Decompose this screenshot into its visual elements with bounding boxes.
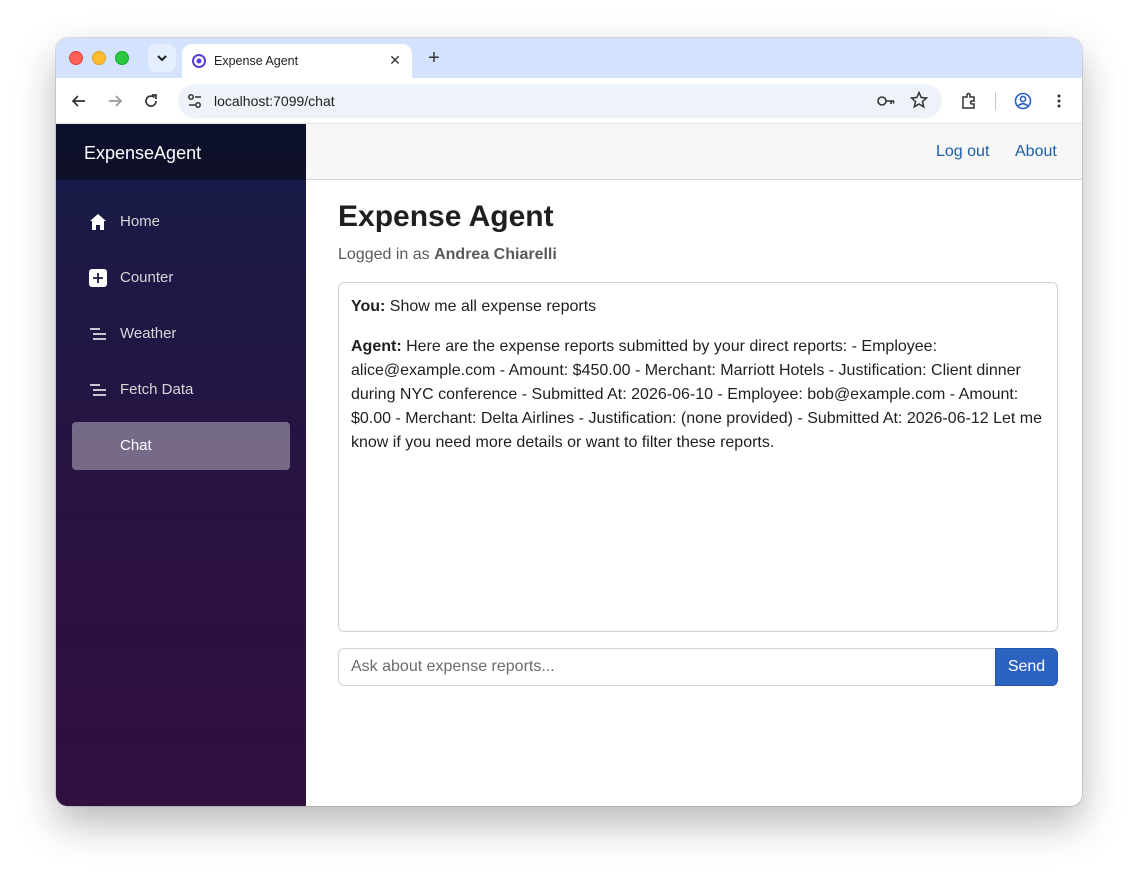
list-icon (90, 328, 106, 340)
more-icon[interactable] (1047, 89, 1071, 113)
tab-search-icon[interactable] (148, 44, 176, 72)
app: ExpenseAgent Home Counter Weather Fetch … (56, 124, 1082, 806)
browser-toolbar: localhost:7099/chat (56, 78, 1082, 124)
logout-link[interactable]: Log out (936, 143, 989, 161)
brand-link[interactable]: ExpenseAgent (84, 143, 201, 164)
top-row: Log out About (306, 124, 1082, 180)
site-settings-icon[interactable] (186, 92, 204, 110)
toolbar-divider (995, 92, 996, 110)
home-icon (90, 214, 106, 230)
back-icon[interactable] (67, 89, 91, 113)
about-link[interactable]: About (1015, 143, 1057, 161)
tab-title: Expense Agent (214, 54, 299, 68)
sidebar-item-label: Chat (120, 437, 152, 454)
forward-icon[interactable] (103, 89, 127, 113)
sidebar-item-label: Weather (120, 325, 177, 342)
sidebar-item-label: Fetch Data (120, 381, 194, 398)
chat-message-user: You: Show me all expense reports (351, 295, 1045, 319)
browser-tab[interactable]: Expense Agent ✕ (182, 44, 412, 78)
sidebar: ExpenseAgent Home Counter Weather Fetch … (56, 124, 306, 806)
url-text: localhost:7099/chat (214, 93, 335, 109)
profile-icon[interactable] (1011, 89, 1035, 113)
message-speaker: Agent: (351, 338, 402, 355)
chat-history: You: Show me all expense reports Agent: … (338, 282, 1058, 632)
blazor-favicon-icon (192, 54, 206, 68)
browser-window: Expense Agent ✕ + localhost:7099/chat Ex… (56, 38, 1082, 806)
reload-icon[interactable] (139, 89, 163, 113)
message-speaker: You: (351, 298, 386, 315)
extensions-icon[interactable] (957, 89, 981, 113)
chat-input[interactable] (338, 648, 996, 686)
key-icon[interactable] (876, 92, 896, 110)
brand-bar: ExpenseAgent (56, 124, 306, 180)
user-name: Andrea Chiarelli (434, 246, 557, 263)
nav-menu: Home Counter Weather Fetch Data Chat (72, 198, 290, 478)
sidebar-item-fetch-data[interactable]: Fetch Data (72, 366, 290, 414)
logged-in-prefix: Logged in as (338, 246, 430, 263)
chat-input-row: Send (338, 648, 1058, 686)
page-title: Expense Agent (338, 200, 554, 233)
logged-in-info: Logged in as Andrea Chiarelli (338, 246, 557, 264)
address-bar[interactable]: localhost:7099/chat (178, 84, 942, 118)
plus-square-icon (89, 269, 107, 287)
list-icon (90, 384, 106, 396)
sidebar-item-home[interactable]: Home (72, 198, 290, 246)
zoom-window-button[interactable] (115, 51, 129, 65)
sidebar-item-label: Home (120, 213, 161, 230)
close-window-button[interactable] (69, 51, 83, 65)
sidebar-item-chat[interactable]: Chat (72, 422, 290, 470)
send-button[interactable]: Send (995, 648, 1058, 686)
message-text: Here are the expense reports submitted b… (351, 338, 1043, 451)
chat-message-agent: Agent: Here are the expense reports subm… (351, 335, 1045, 455)
minimize-window-button[interactable] (92, 51, 106, 65)
sidebar-item-counter[interactable]: Counter (72, 254, 290, 302)
sidebar-item-weather[interactable]: Weather (72, 310, 290, 358)
star-icon[interactable] (910, 91, 928, 109)
message-text: Show me all expense reports (385, 298, 597, 315)
sidebar-item-label: Counter (120, 269, 174, 286)
tab-strip: Expense Agent ✕ + (56, 38, 1082, 78)
main-content: Log out About Expense Agent Logged in as… (306, 124, 1082, 806)
plus-icon[interactable]: + (422, 46, 446, 70)
close-icon[interactable]: ✕ (386, 51, 404, 69)
